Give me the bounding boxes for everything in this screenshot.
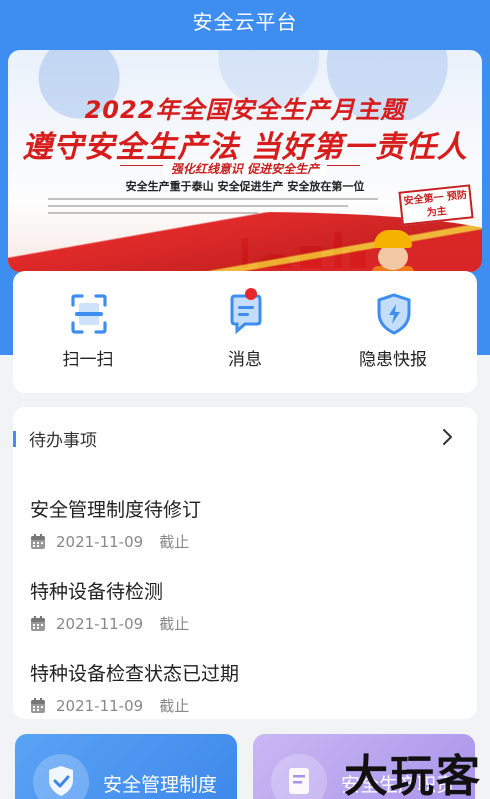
todo-item-name: 特种设备检查状态已过期: [30, 663, 240, 685]
todo-item-date: 2021-11-09: [56, 614, 144, 633]
hazard-report-label: 隐患快报: [359, 350, 427, 370]
calendar-icon: [31, 615, 45, 631]
todo-item-date: 2021-11-09: [56, 532, 144, 551]
todo-item[interactable]: 安全管理制度待修订 2021-11-09 截止: [30, 495, 460, 565]
todo-item-status: 截止: [159, 615, 190, 633]
todo-item[interactable]: 特种设备检查状态已过期 2021-11-09 截止: [30, 659, 460, 729]
promo-banner[interactable]: 2022年全国安全生产月主题 遵守安全生产法 当好第一责任人 强化红线意识 促进…: [8, 50, 482, 272]
todo-item[interactable]: 特种设备待检测 2021-11-09 截止: [30, 577, 460, 647]
scan-icon: [71, 294, 107, 334]
todo-item-status: 截止: [159, 697, 190, 715]
todo-item-meta: 2021-11-09 截止: [30, 613, 189, 634]
todo-item-meta: 2021-11-09 截止: [30, 695, 189, 716]
banner-title-line1: 2022年全国安全生产月主题: [84, 96, 406, 124]
tile-icon-circle: [271, 754, 327, 799]
todo-card: 待办事项 安全管理制度待修订 2021-11-09 截止 特种设备待检测 202…: [13, 407, 477, 719]
chevron-right-icon[interactable]: [437, 426, 457, 448]
scan-button[interactable]: 扫一扫: [13, 271, 163, 393]
message-icon: [230, 294, 262, 335]
section-accent-bar: [13, 431, 16, 447]
watermark: 大玩客: [344, 751, 482, 799]
scan-label: 扫一扫: [62, 350, 114, 370]
safety-rules-label: 安全管理制度: [103, 774, 218, 796]
calendar-icon: [31, 533, 45, 549]
shield-lightning-icon: [377, 293, 411, 335]
document-icon: [289, 768, 309, 794]
safety-sign: 安全第一 预防为主: [398, 184, 474, 226]
calendar-icon: [31, 697, 45, 713]
banner-slogan: 强化红线意识 促进安全生产: [8, 158, 482, 177]
safety-rules-tile[interactable]: 安全管理制度: [15, 734, 237, 799]
worker-illustration: [370, 230, 416, 272]
todo-item-date: 2021-11-09: [56, 696, 144, 715]
messages-label: 消息: [228, 350, 262, 370]
todo-item-status: 截止: [159, 533, 190, 551]
todo-item-name: 安全管理制度待修订: [30, 499, 202, 521]
todo-item-name: 特种设备待检测: [30, 581, 164, 603]
shield-check-icon: [49, 766, 73, 796]
banner-slogan-text: 强化红线意识 促进安全生产: [162, 162, 328, 176]
todo-item-meta: 2021-11-09 截止: [30, 531, 189, 552]
messages-button[interactable]: 消息: [170, 271, 320, 393]
tile-icon-circle: [33, 754, 89, 799]
quick-actions-card: 扫一扫 消息 隐患快报: [13, 271, 477, 393]
todo-title: 待办事项: [29, 431, 97, 451]
hazard-report-button[interactable]: 隐患快报: [318, 271, 468, 393]
page-title: 安全云平台: [192, 10, 298, 34]
todo-header[interactable]: 待办事项: [13, 423, 477, 453]
unread-badge: [245, 288, 257, 300]
